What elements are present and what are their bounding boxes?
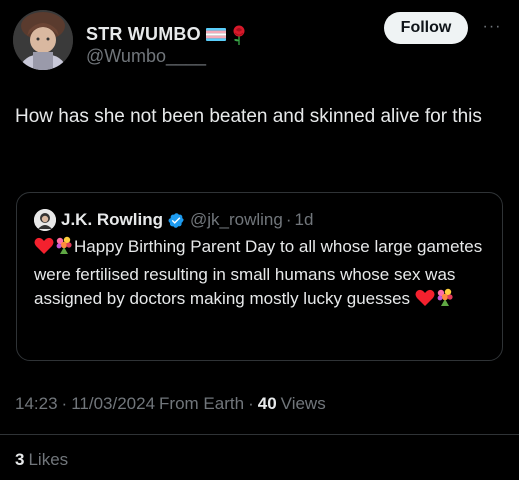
verified-badge-icon xyxy=(168,212,185,229)
author-name-text: STR WUMBO xyxy=(86,24,201,44)
author-display-name[interactable]: STR WUMBO xyxy=(86,24,247,45)
quoted-author-name: J.K. Rowling xyxy=(61,210,163,229)
red-heart-icon xyxy=(415,289,435,315)
quoted-author-handle: @jk_rowling xyxy=(190,210,283,229)
bouquet-icon xyxy=(54,235,74,263)
tweet-header: STR WUMBO @Wumbo____ Follow ··· xyxy=(13,10,509,70)
tweet-date[interactable]: 11/03/2024 xyxy=(71,394,155,414)
rose-icon xyxy=(231,25,247,45)
tweet-text: How has she not been beaten and skinned … xyxy=(15,106,482,127)
bouquet-icon xyxy=(435,287,455,315)
quoted-tweet-header: J.K. Rowling @jk_rowling · 1d xyxy=(34,209,313,231)
tweet-metadata: 14:23 · 11/03/2024 From Earth · 40 Views xyxy=(15,394,326,414)
more-options-icon[interactable]: ··· xyxy=(477,12,507,42)
likes-label: Likes xyxy=(28,450,69,469)
divider xyxy=(0,434,519,435)
likes-stat[interactable]: 3 Likes xyxy=(15,450,68,470)
follow-button[interactable]: Follow xyxy=(384,12,468,44)
likes-count: 3 xyxy=(15,450,25,469)
quoted-timestamp: 1d xyxy=(294,210,314,229)
transgender-flag-icon xyxy=(205,28,226,41)
views-count[interactable]: 40 xyxy=(258,394,277,414)
author-avatar[interactable] xyxy=(13,10,73,70)
views-label[interactable]: Views xyxy=(281,394,326,414)
quoted-tweet-card[interactable]: J.K. Rowling @jk_rowling · 1d Happy Birt… xyxy=(16,192,503,361)
tweet-time[interactable]: 14:23 xyxy=(15,394,58,414)
quoted-tweet-text: Happy Birthing Parent Day to all whose l… xyxy=(34,235,494,315)
quoted-separator: · xyxy=(285,210,292,229)
quoted-author-avatar xyxy=(34,209,56,231)
tweet-source: From Earth xyxy=(159,394,245,413)
author-handle[interactable]: @Wumbo____ xyxy=(86,46,206,67)
meta-separator: · xyxy=(61,394,68,413)
meta-separator: · xyxy=(248,394,254,413)
red-heart-icon xyxy=(34,237,54,263)
